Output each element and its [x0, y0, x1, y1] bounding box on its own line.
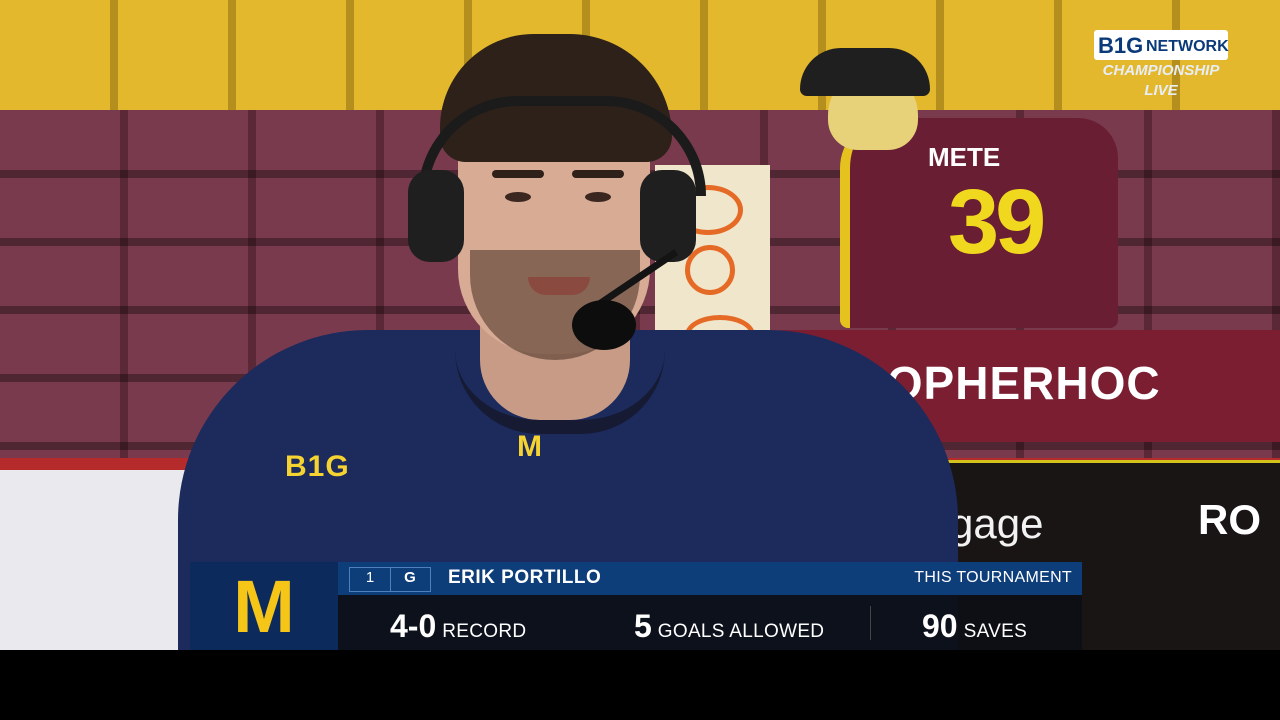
stat-goals-allowed: 5 GOALS ALLOWED — [634, 608, 825, 644]
headset-left-earcup — [408, 170, 464, 262]
ad-board-text-2: RO — [1198, 496, 1261, 543]
player-name: ERIK PORTILLO — [448, 567, 602, 588]
stat-divider — [870, 606, 871, 640]
stat-record: 4-0 RECORD — [390, 608, 527, 644]
network-logo-b1g: B1G — [1098, 33, 1144, 58]
network-bug-line1: CHAMPIONSHIP — [1102, 62, 1220, 79]
network-logo-text: NETWORK — [1146, 38, 1229, 55]
ad-board-text: gage — [950, 500, 1044, 547]
jersey-m-logo: M — [517, 430, 542, 463]
fan-jersey-number: 39 — [948, 171, 1046, 273]
headset-right-earcup — [640, 170, 696, 262]
jersey-b1g-logo: B1G — [285, 450, 350, 483]
fan-cap — [800, 48, 930, 96]
jersey-number: 1 — [365, 569, 375, 586]
stat-saves: 90 SAVES — [922, 608, 1028, 644]
video-frame: GOPHERHOC gage RO METE 39 B1G M B1G NETW… — [0, 0, 1280, 650]
team-logo: M — [190, 562, 338, 650]
network-bug-line2: LIVE — [1144, 82, 1178, 99]
player-mouth — [528, 277, 590, 295]
fan-jersey-name: METE — [928, 142, 1001, 172]
letterbox-bar — [0, 650, 1280, 720]
headset-microphone — [572, 300, 636, 350]
stats-context: THIS TOURNAMENT — [914, 569, 1072, 586]
player-position: G — [404, 569, 416, 586]
